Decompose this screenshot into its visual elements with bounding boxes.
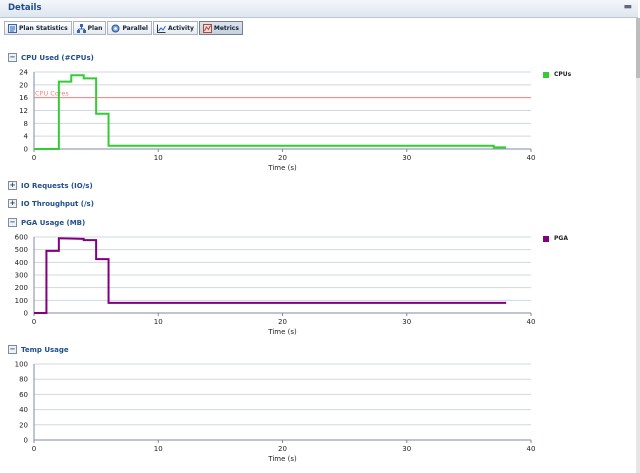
x-tick-label: 40 — [527, 154, 536, 162]
expand-toggle-icon[interactable]: + — [8, 181, 17, 190]
y-tick-label: 60 — [19, 391, 28, 399]
y-tick-label: 12 — [19, 107, 28, 115]
y-tick-label: 24 — [19, 69, 28, 77]
cpu-cores-label: CPU Cores — [35, 90, 69, 98]
y-tick-label: 40 — [19, 406, 28, 414]
plan-tree-icon — [76, 23, 86, 33]
temp-section-title: Temp Usage — [21, 345, 69, 354]
y-tick-label: 100 — [15, 361, 28, 369]
cpu-chart: 0 4 8 12 16 20 24 0 10 20 30 40 Time (s) CPU Cores — [0, 64, 640, 178]
x-tick-label: 0 — [32, 154, 36, 162]
tab-metrics[interactable]: Metrics — [198, 21, 243, 35]
pga-legend-swatch — [543, 235, 549, 242]
collapse-toggle-icon[interactable]: − — [8, 218, 17, 227]
io-requests-section-header[interactable]: + IO Requests (IO/s) — [8, 181, 93, 190]
x-tick-label: 20 — [278, 445, 287, 453]
metrics-icon — [202, 23, 212, 33]
pga-chart-svg: 0 100 200 300 400 500 600 0 10 20 30 40 Time (s) — [15, 234, 536, 337]
y-tick-label: 8 — [24, 120, 28, 128]
y-tick-label: 80 — [19, 376, 28, 384]
cpu-series-line — [34, 74, 507, 150]
y-tick-label: 20 — [19, 421, 28, 429]
collapse-toggle-icon[interactable]: − — [8, 53, 17, 62]
x-tick-label: 10 — [154, 445, 163, 453]
x-axis-label: Time (s) — [267, 164, 297, 172]
tab-metrics-label: Metrics — [213, 24, 239, 32]
y-tick-label: 100 — [15, 297, 28, 305]
pga-legend: PGA — [543, 235, 568, 242]
y-tick-label: 600 — [15, 234, 28, 242]
y-tick-label: 16 — [19, 94, 28, 102]
y-tick-label: 500 — [15, 246, 28, 254]
cpu-section-title: CPU Used (#CPUs) — [21, 53, 94, 62]
details-header: Details ▬ — [0, 0, 638, 18]
statistics-icon — [8, 23, 17, 33]
y-tick-label: 4 — [24, 133, 29, 141]
x-tick-label: 10 — [154, 318, 163, 326]
collapse-icon[interactable]: ▬ — [623, 2, 632, 12]
details-title: Details — [8, 3, 42, 13]
collapse-toggle-icon[interactable]: − — [8, 345, 17, 354]
y-tick-label: 20 — [19, 81, 28, 89]
pga-section-title: PGA Usage (MB) — [21, 218, 86, 227]
activity-chart-icon — [156, 24, 166, 33]
y-tick-label: 0 — [24, 310, 28, 318]
x-tick-label: 20 — [278, 154, 287, 162]
pga-section-header[interactable]: − PGA Usage (MB) — [8, 218, 85, 227]
y-tick-label: 400 — [15, 259, 28, 267]
x-tick-label: 40 — [527, 318, 536, 326]
tab-plan-label: Plan — [87, 24, 103, 32]
tab-plan-statistics[interactable]: Plan Statistics — [4, 21, 72, 35]
x-tick-label: 0 — [32, 318, 36, 326]
io-throughput-section-title: IO Throughput (/s) — [21, 199, 94, 208]
cpu-chart-svg: 0 4 8 12 16 20 24 0 10 20 30 40 Time (s) CPU Cores — [19, 69, 536, 173]
io-requests-section-title: IO Requests (IO/s) — [21, 181, 93, 190]
tab-parallel[interactable]: Parallel — [107, 21, 152, 35]
y-tick-label: 200 — [15, 284, 28, 292]
io-throughput-section-header[interactable]: + IO Throughput (/s) — [8, 199, 94, 208]
temp-chart: 0 20 40 60 80 100 0 10 20 30 40 Time (s) — [0, 356, 640, 468]
tab-parallel-label: Parallel — [122, 24, 148, 32]
parallel-icon — [111, 24, 120, 33]
tab-plan-statistics-label: Plan Statistics — [19, 24, 68, 32]
cpu-section-header[interactable]: − CPU Used (#CPUs) — [8, 53, 94, 62]
temp-section-header[interactable]: − Temp Usage — [8, 345, 69, 354]
pga-legend-label: PGA — [554, 235, 568, 242]
x-tick-label: 30 — [402, 318, 411, 326]
detail-tabs-toolbar: Plan Statistics Plan Parallel Activity M… — [4, 21, 244, 35]
y-tick-label: 0 — [24, 146, 28, 154]
pga-chart: 0 100 200 300 400 500 600 0 10 20 30 40 Time (s) — [0, 229, 640, 341]
temp-chart-svg: 0 20 40 60 80 100 0 10 20 30 40 Time (s) — [15, 361, 536, 464]
x-axis-label: Time (s) — [267, 455, 297, 463]
y-tick-label: 300 — [15, 272, 28, 280]
expand-toggle-icon[interactable]: + — [8, 199, 17, 208]
x-axis-label: Time (s) — [267, 328, 297, 336]
tab-plan[interactable]: Plan — [72, 21, 107, 35]
cpu-legend-label: CPUs — [554, 71, 572, 78]
cpu-legend-swatch — [543, 71, 549, 78]
x-tick-label: 20 — [278, 318, 287, 326]
x-tick-label: 10 — [154, 154, 163, 162]
x-tick-label: 0 — [32, 445, 36, 453]
tab-activity[interactable]: Activity — [152, 21, 198, 35]
cpu-legend: CPUs — [543, 71, 571, 78]
tab-activity-label: Activity — [167, 24, 194, 32]
x-tick-label: 30 — [402, 154, 411, 162]
x-tick-label: 30 — [402, 445, 411, 453]
x-tick-label: 40 — [527, 445, 536, 453]
y-tick-label: 0 — [24, 437, 28, 445]
